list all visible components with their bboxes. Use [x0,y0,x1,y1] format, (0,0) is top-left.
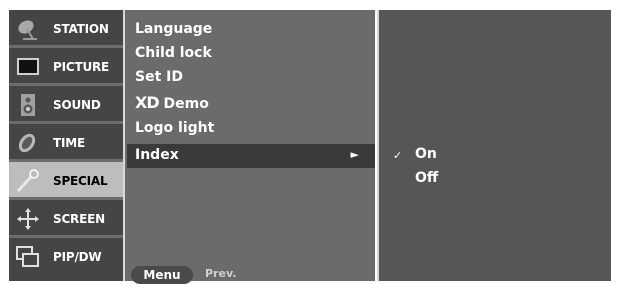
index-submenu-panel: ✓ On Off [377,10,611,281]
tv-osd-menu: STATION PICTURE SOUND TIME SPECIAL SCREE… [0,0,620,284]
xd-logo: XD [135,93,160,112]
menu-item-index[interactable]: Index ► [127,144,375,168]
prev-hint: Prev. [205,267,237,280]
category-label: SPECIAL [53,174,108,188]
category-label: STATION [53,22,109,36]
menu-button[interactable]: Menu [131,266,193,284]
option-on[interactable]: On [415,146,437,162]
category-screen[interactable]: SCREEN [9,200,123,238]
category-time[interactable]: TIME [9,124,123,162]
category-station[interactable]: STATION [9,10,123,48]
category-label: SOUND [53,98,101,112]
menu-item-set-id[interactable]: Set ID [135,69,183,85]
clock-icon [18,133,36,153]
category-sound[interactable]: SOUND [9,86,123,124]
menu-item-label: Demo [163,96,209,112]
right-arrow-icon: ► [350,148,359,161]
satellite-dish-icon [18,20,37,40]
option-off[interactable]: Off [415,170,438,186]
special-menu-panel: Language Child lock Set ID XD Demo Logo … [123,10,375,284]
menu-item-logo-light[interactable]: Logo light [135,120,214,136]
category-label: PICTURE [53,60,110,74]
arrows-icon [17,208,39,230]
category-picture[interactable]: PICTURE [9,48,123,86]
pip-window-icon [16,246,39,267]
category-label: SCREEN [53,212,105,226]
menu-item-child-lock[interactable]: Child lock [135,45,212,61]
category-sidebar: STATION PICTURE SOUND TIME SPECIAL SCREE… [9,10,123,281]
magic-wand-icon [16,169,39,193]
monitor-icon [17,58,39,75]
menu-item-xd-demo[interactable]: XD Demo [135,93,209,112]
menu-item-language[interactable]: Language [135,21,212,37]
speaker-icon [21,94,35,116]
category-label: TIME [53,136,85,150]
checkmark-icon: ✓ [393,149,403,162]
category-label: PIP/DW [53,250,102,264]
category-special[interactable]: SPECIAL [9,162,123,200]
category-pip-dw[interactable]: PIP/DW [9,238,123,281]
menu-item-label: Index [135,147,179,163]
